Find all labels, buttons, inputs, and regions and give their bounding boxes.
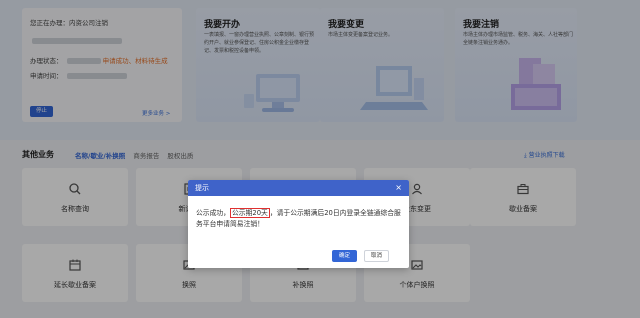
modal-overlay[interactable] — [0, 0, 640, 318]
confirm-button[interactable]: 确定 — [332, 250, 357, 262]
cancel-button[interactable]: 取消 — [364, 250, 389, 262]
dialog-title: 提示 — [195, 184, 209, 192]
dialog-message: 公示成功， 公示期20天 ，请于公示期满后20日内登录全链通综合服务平台申请简易注销… — [196, 208, 401, 230]
message-prefix: 公示成功， — [196, 209, 230, 217]
close-icon[interactable]: × — [395, 180, 402, 196]
dialog-header: 提示 × — [188, 180, 409, 196]
prompt-dialog: 提示 × 公示成功， 公示期20天 ，请于公示期满后20日内登录全链通综合服务平台申… — [188, 180, 409, 268]
highlighted-period: 公示期20天 — [229, 208, 270, 218]
